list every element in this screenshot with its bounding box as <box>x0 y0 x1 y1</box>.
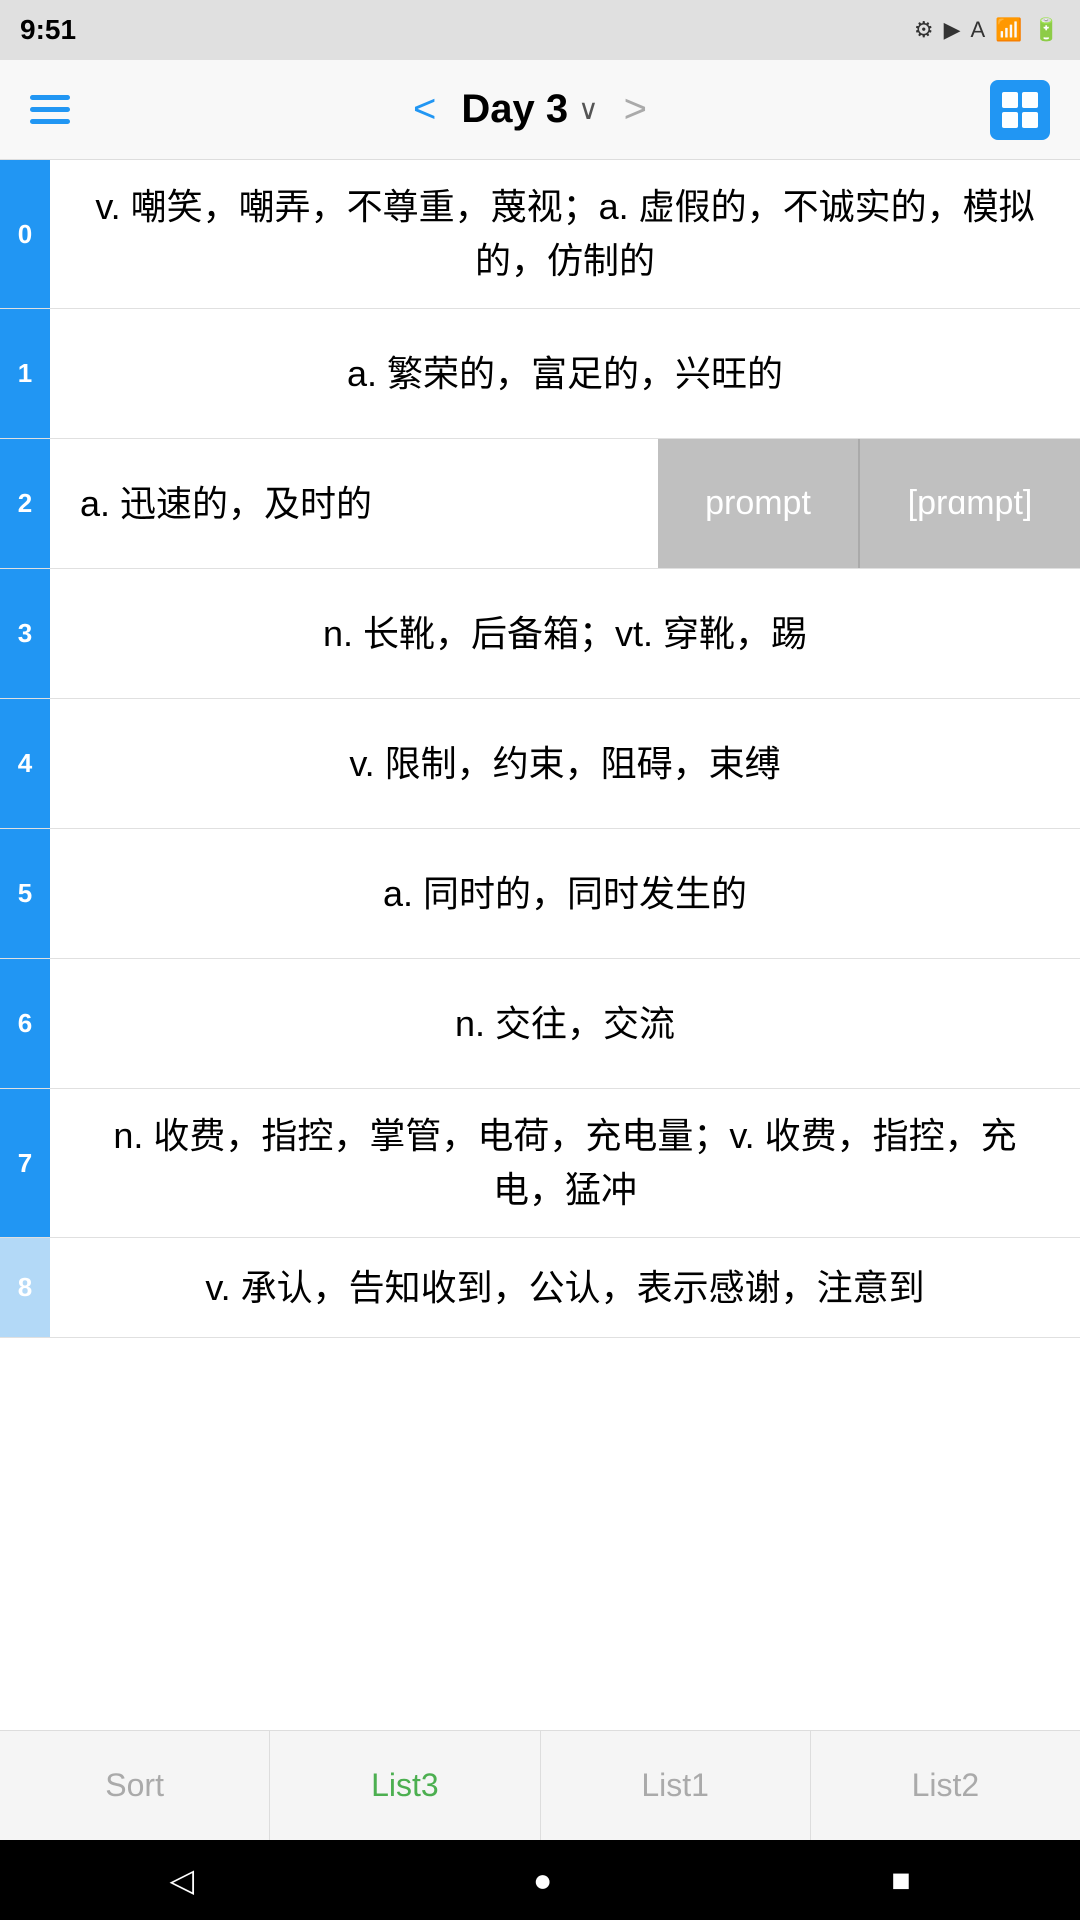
word-index-2: 2 <box>0 439 50 568</box>
settings-icon: ⚙ <box>914 17 934 43</box>
word-popup-overlay[interactable]: prompt [prɑmpt] <box>658 439 1080 568</box>
status-bar: 9:51 ⚙ ▶ A 📶 🔋 <box>0 0 1080 60</box>
android-home-button[interactable]: ● <box>533 1862 552 1899</box>
tab-sort[interactable]: Sort <box>0 1731 270 1840</box>
grid-view-button[interactable] <box>990 80 1050 140</box>
tab-list1[interactable]: List1 <box>541 1731 811 1840</box>
word-row-with-popup[interactable]: 2 a. 迅速的，及时的 prompt [prɑmpt] <box>0 439 1080 569</box>
word-definition-4: v. 限制，约束，阻碍，束缚 <box>50 699 1080 828</box>
nav-prev-button[interactable]: < <box>398 87 451 132</box>
battery-icon: 🔋 <box>1033 17 1060 43</box>
bottom-tab-bar: Sort List3 List1 List2 <box>0 1730 1080 1840</box>
android-back-button[interactable]: ◁ <box>169 1861 194 1899</box>
word-definition-5: a. 同时的，同时发生的 <box>50 829 1080 958</box>
word-row[interactable]: 8 v. 承认，告知收到，公认，表示感谢，注意到 <box>0 1238 1080 1338</box>
status-icons: ⚙ ▶ A 📶 🔋 <box>914 17 1060 43</box>
word-row[interactable]: 6 n. 交往，交流 <box>0 959 1080 1089</box>
popup-phonetic-label: [prɑmpt] <box>860 439 1080 568</box>
word-row[interactable]: 5 a. 同时的，同时发生的 <box>0 829 1080 959</box>
signal-icon: 📶 <box>995 17 1022 43</box>
nav-day-title: Day 3 <box>461 87 568 132</box>
word-definition-0: v. 嘲笑，嘲弄，不尊重，蔑视；a. 虚假的，不诚实的，模拟的，仿制的 <box>50 160 1080 308</box>
word-index-6: 6 <box>0 959 50 1088</box>
status-time: 9:51 <box>20 14 76 46</box>
android-recent-button[interactable]: ■ <box>891 1862 910 1899</box>
tab-list3[interactable]: List3 <box>270 1731 540 1840</box>
word-definition-6: n. 交往，交流 <box>50 959 1080 1088</box>
word-definition-7: n. 收费，指控，掌管，电荷，充电量；v. 收费，指控，充电，猛冲 <box>50 1089 1080 1237</box>
word-row[interactable]: 0 v. 嘲笑，嘲弄，不尊重，蔑视；a. 虚假的，不诚实的，模拟的，仿制的 <box>0 160 1080 309</box>
word-index-7: 7 <box>0 1089 50 1237</box>
nav-title-area: < Day 3 ∨ > <box>398 87 662 132</box>
word-index-0: 0 <box>0 160 50 308</box>
word-list: 0 v. 嘲笑，嘲弄，不尊重，蔑视；a. 虚假的，不诚实的，模拟的，仿制的 1 … <box>0 160 1080 1338</box>
word-definition-8: v. 承认，告知收到，公认，表示感谢，注意到 <box>50 1238 1080 1337</box>
popup-word-label: prompt <box>658 439 858 568</box>
play-icon: ▶ <box>944 17 961 43</box>
word-index-5: 5 <box>0 829 50 958</box>
nav-next-button[interactable]: > <box>609 87 662 132</box>
word-definition-1: a. 繁荣的，富足的，兴旺的 <box>50 309 1080 438</box>
nav-bar: < Day 3 ∨ > <box>0 60 1080 160</box>
hamburger-menu[interactable] <box>30 95 70 124</box>
dropdown-arrow-icon[interactable]: ∨ <box>578 93 599 126</box>
word-index-8: 8 <box>0 1238 50 1337</box>
font-icon: A <box>971 17 986 43</box>
tab-list2[interactable]: List2 <box>811 1731 1080 1840</box>
word-index-1: 1 <box>0 309 50 438</box>
word-index-4: 4 <box>0 699 50 828</box>
word-row[interactable]: 3 n. 长靴，后备箱；vt. 穿靴，踢 <box>0 569 1080 699</box>
word-row[interactable]: 7 n. 收费，指控，掌管，电荷，充电量；v. 收费，指控，充电，猛冲 <box>0 1089 1080 1238</box>
android-nav-bar: ◁ ● ■ <box>0 1840 1080 1920</box>
word-row[interactable]: 1 a. 繁荣的，富足的，兴旺的 <box>0 309 1080 439</box>
word-row[interactable]: 4 v. 限制，约束，阻碍，束缚 <box>0 699 1080 829</box>
word-index-3: 3 <box>0 569 50 698</box>
word-definition-3: n. 长靴，后备箱；vt. 穿靴，踢 <box>50 569 1080 698</box>
